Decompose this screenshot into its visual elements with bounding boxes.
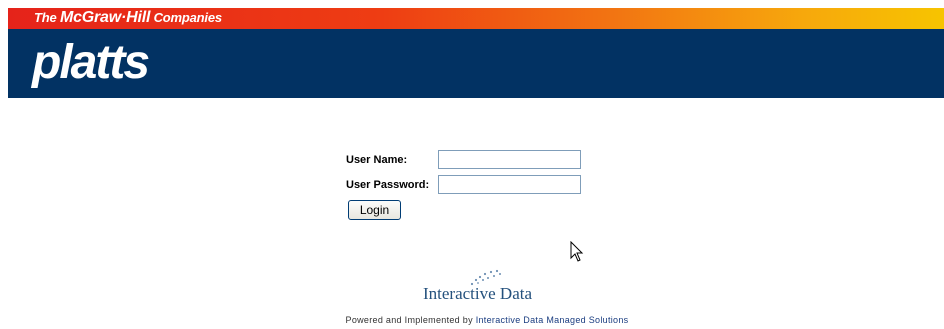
mouse-pointer-icon: [570, 241, 584, 262]
managed-solutions-link[interactable]: Interactive Data Managed Solutions: [476, 315, 629, 325]
company-prefix: The: [34, 10, 60, 25]
username-label: User Name:: [346, 154, 408, 166]
platts-logo: platts: [32, 36, 150, 89]
login-button[interactable]: Login: [348, 200, 401, 220]
company-suffix: Companies: [150, 10, 222, 25]
footer: Powered and Implemented by Interactive D…: [0, 315, 944, 325]
password-label: User Password:: [346, 179, 430, 191]
password-input[interactable]: [438, 175, 581, 194]
page: The McGraw·Hill Companies platts User Na…: [0, 0, 944, 329]
header-banner: platts: [8, 29, 944, 98]
footer-text: Powered and Implemented by: [345, 315, 476, 325]
company-name: The McGraw·Hill Companies: [34, 9, 222, 27]
company-brand: McGraw·Hill: [59, 9, 151, 26]
company-banner: The McGraw·Hill Companies: [8, 8, 944, 29]
interactive-data-wordmark: Interactive Data: [423, 284, 533, 303]
username-input[interactable]: [438, 150, 581, 169]
interactive-data-logo: Interactive Data: [420, 268, 555, 304]
